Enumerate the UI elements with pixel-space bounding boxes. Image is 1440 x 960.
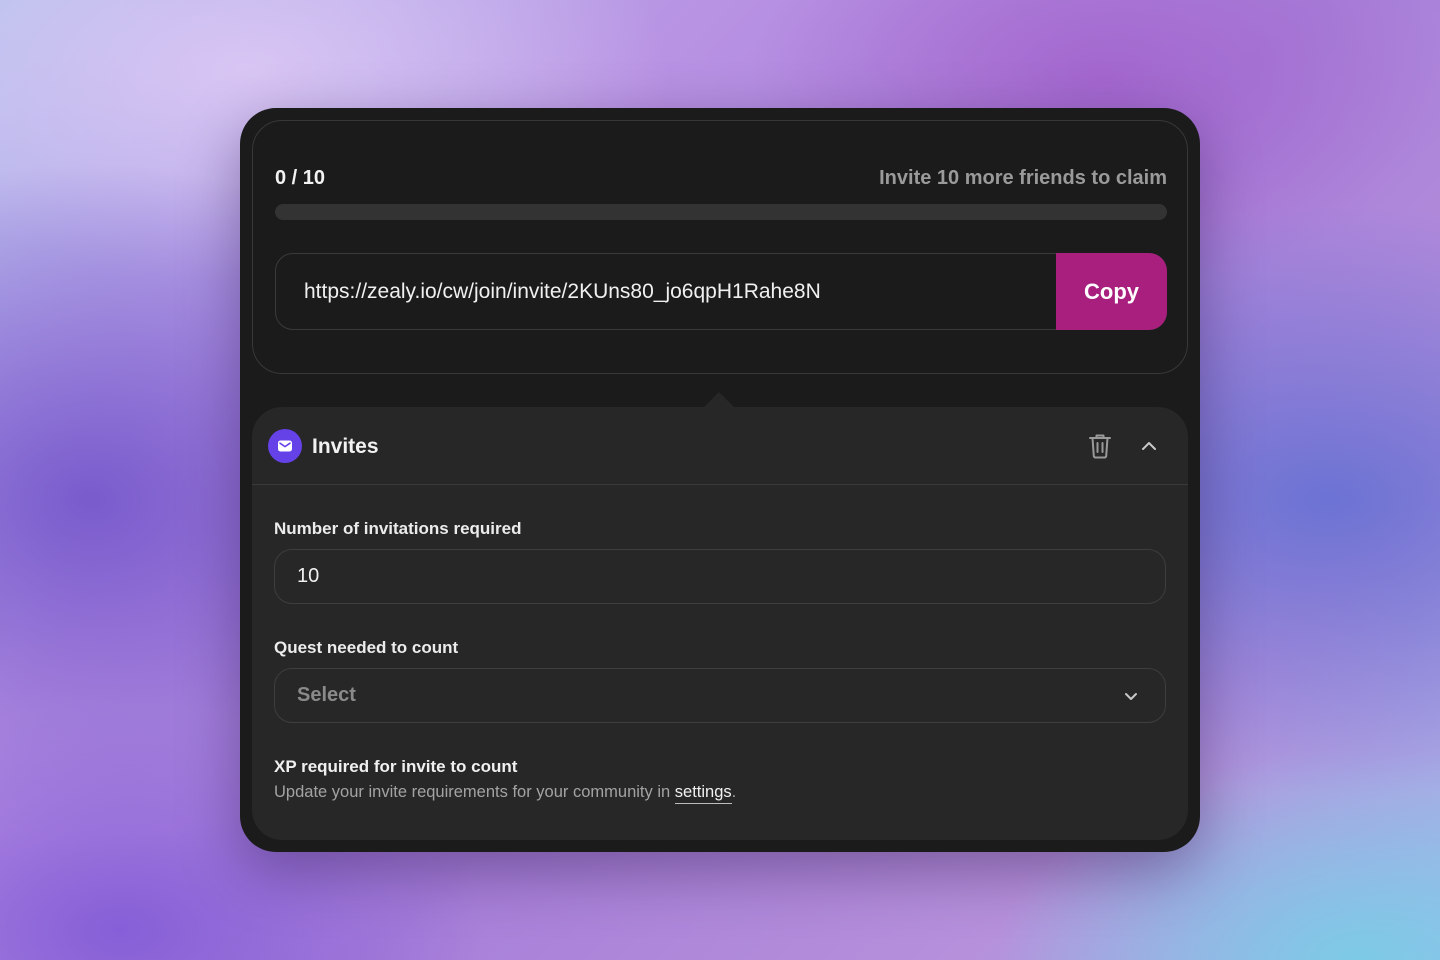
invites-panel-title: Invites	[312, 435, 379, 458]
invites-panel-header[interactable]: Invites	[252, 407, 1188, 485]
invites-panel: Invites Number of invitations required Q…	[252, 407, 1188, 840]
chevron-up-icon[interactable]	[1137, 434, 1161, 458]
invite-link-field: https://zealy.io/cw/join/invite/2KUns80_…	[275, 253, 1167, 330]
progress-count: 0 / 10	[275, 167, 326, 189]
xp-required-title: XP required for invite to count	[274, 757, 518, 776]
xp-required-description: Update your invite requirements for your…	[274, 783, 737, 804]
settings-link[interactable]: settings	[674, 783, 732, 804]
quest-needed-label: Quest needed to count	[274, 638, 459, 657]
xp-desc-text: Update your invite requirements for your…	[274, 783, 671, 801]
panel-pointer	[703, 392, 735, 408]
invite-card: 0 / 10 Invite 10 more friends to claim h…	[240, 108, 1200, 852]
mail-icon	[268, 429, 302, 463]
quest-select-placeholder: Select	[297, 684, 356, 706]
progress-hint: Invite 10 more friends to claim	[879, 167, 1167, 189]
invite-progress-section: 0 / 10 Invite 10 more friends to claim h…	[252, 120, 1188, 374]
invitations-required-label: Number of invitations required	[274, 519, 522, 538]
xp-desc-suffix: .	[731, 783, 737, 801]
chevron-down-icon	[1121, 686, 1141, 706]
invitations-required-input[interactable]	[274, 549, 1166, 604]
invite-link-url[interactable]: https://zealy.io/cw/join/invite/2KUns80_…	[304, 280, 821, 304]
copy-button[interactable]: Copy	[1056, 253, 1167, 330]
progress-bar	[275, 204, 1167, 220]
trash-icon[interactable]	[1087, 432, 1113, 460]
quest-select[interactable]: Select	[274, 668, 1166, 723]
